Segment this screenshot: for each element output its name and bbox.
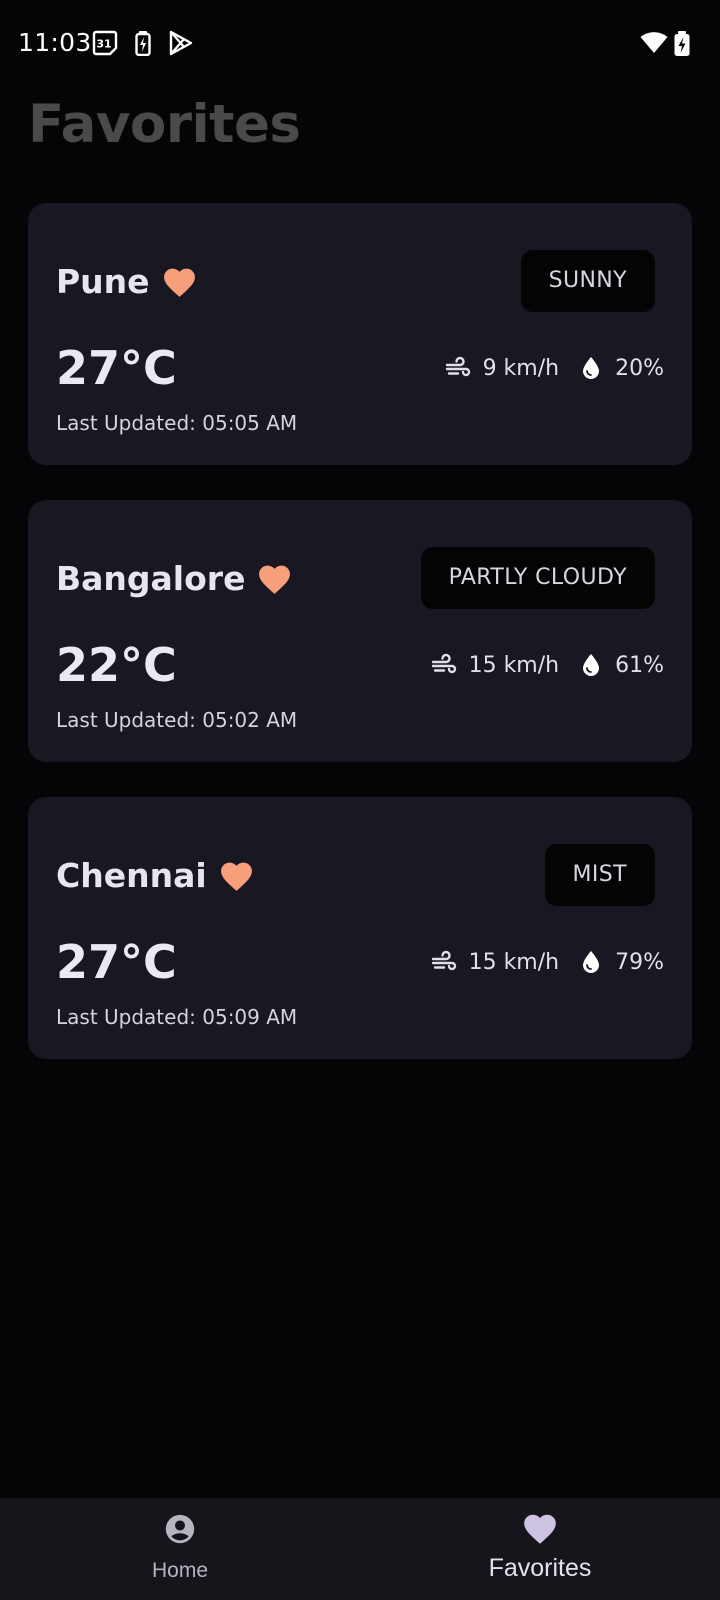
heart-icon[interactable] xyxy=(218,858,255,895)
weather-metrics: 9 km/h 20% xyxy=(445,351,664,385)
heart-icon[interactable] xyxy=(161,264,198,301)
wind-speed: 15 km/h xyxy=(468,652,560,678)
wind-icon xyxy=(431,653,456,674)
humidity-value: 20% xyxy=(615,355,664,381)
humidity-value: 79% xyxy=(615,949,664,975)
condition-chip: PARTLY CLOUDY xyxy=(420,547,655,609)
city-name: Bangalore xyxy=(56,559,246,598)
city-row: Bangalore xyxy=(56,558,293,600)
nav-label-favorites: Favorites xyxy=(488,1554,592,1582)
favorite-card-chennai[interactable]: Chennai MIST 27°C 15 km/h 79% Last Updat… xyxy=(28,797,692,1059)
humidity-icon xyxy=(583,654,600,676)
city-row: Chennai xyxy=(56,855,255,897)
nav-item-favorites[interactable]: Favorites xyxy=(360,1498,720,1600)
city-name: Chennai xyxy=(56,856,207,895)
battery-saver-icon xyxy=(135,30,151,58)
wind-icon xyxy=(445,356,470,377)
condition-chip: MIST xyxy=(544,844,655,906)
battery-charging-icon xyxy=(674,30,690,58)
play-store-icon xyxy=(168,30,194,58)
heart-icon[interactable] xyxy=(256,561,293,598)
bottom-navigation: Home Favorites xyxy=(0,1498,720,1600)
calendar-day-text: 31 xyxy=(96,38,111,51)
temperature: 22°C xyxy=(56,638,177,692)
temperature: 27°C xyxy=(56,341,177,395)
status-time: 11:03 xyxy=(18,28,92,57)
condition-chip: SUNNY xyxy=(520,250,655,312)
favorite-card-pune[interactable]: Pune SUNNY 27°C 9 km/h 20% Last Updated:… xyxy=(28,203,692,465)
last-updated: Last Updated: 05:05 AM xyxy=(56,411,298,435)
account-circle-icon xyxy=(163,1512,197,1546)
wind-icon xyxy=(431,950,456,971)
status-bar: 11:03 31 xyxy=(0,0,720,84)
city-row: Pune xyxy=(56,261,198,303)
last-updated: Last Updated: 05:02 AM xyxy=(56,708,298,732)
page-title: Favorites xyxy=(28,94,301,155)
humidity-icon xyxy=(583,357,600,379)
nav-label-home: Home xyxy=(151,1559,209,1582)
nav-item-home[interactable]: Home xyxy=(0,1498,360,1600)
heart-icon xyxy=(521,1510,559,1548)
humidity-value: 61% xyxy=(615,652,664,678)
favorite-card-bangalore[interactable]: Bangalore PARTLY CLOUDY 22°C 15 km/h 61%… xyxy=(28,500,692,762)
weather-metrics: 15 km/h 61% xyxy=(431,648,664,682)
humidity-icon xyxy=(583,951,600,973)
last-updated: Last Updated: 05:09 AM xyxy=(56,1005,298,1029)
wind-speed: 15 km/h xyxy=(468,949,560,975)
weather-metrics: 15 km/h 79% xyxy=(431,945,664,979)
calendar-icon: 31 xyxy=(92,30,118,58)
wind-speed: 9 km/h xyxy=(482,355,560,381)
wifi-icon xyxy=(640,32,668,60)
city-name: Pune xyxy=(56,262,150,301)
temperature: 27°C xyxy=(56,935,177,989)
